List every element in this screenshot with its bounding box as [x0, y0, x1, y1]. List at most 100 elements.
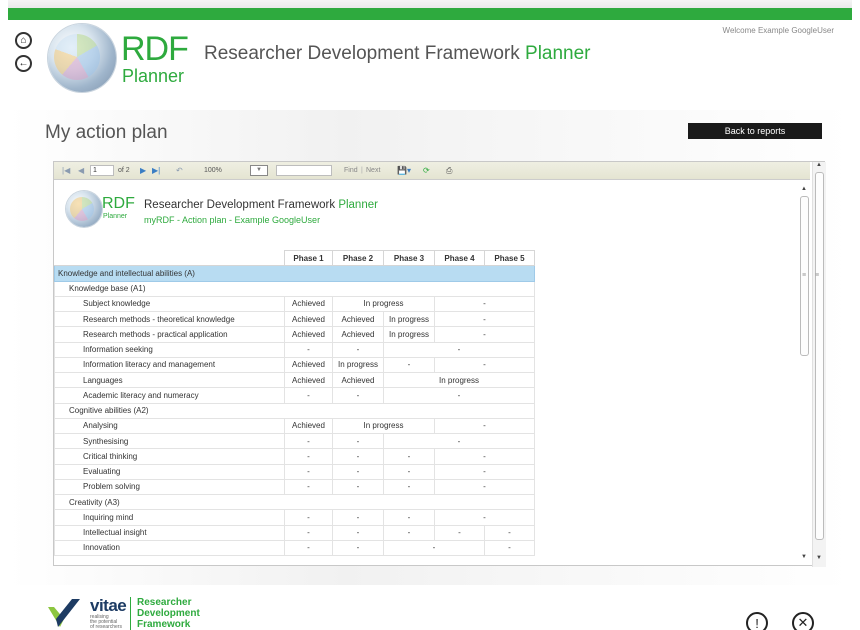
- last-page-icon[interactable]: ▶|: [152, 165, 160, 177]
- status-cell: -: [332, 342, 384, 358]
- export-icon[interactable]: 💾▾: [397, 165, 411, 177]
- find-input[interactable]: [276, 165, 332, 176]
- table-row: Evaluating - - - -: [54, 464, 535, 480]
- grip-icon: ≡: [815, 272, 820, 279]
- vitae-wordmark: vitae: [90, 596, 127, 615]
- row-label: Evaluating: [54, 464, 285, 480]
- next-page-icon[interactable]: ▶: [140, 165, 146, 177]
- status-cell: -: [284, 433, 333, 450]
- status-cell: -: [434, 448, 535, 465]
- back-arrow-icon[interactable]: ←: [15, 55, 32, 72]
- status-cell: -: [284, 387, 333, 404]
- status-cell: In progress: [383, 326, 435, 343]
- status-cell: -: [284, 448, 333, 465]
- status-cell: Achieved: [284, 296, 333, 313]
- row-label: Academic literacy and numeracy: [54, 387, 285, 404]
- row-label: Synthesising: [54, 433, 285, 450]
- status-cell: -: [484, 525, 535, 541]
- welcome-text: Welcome Example GoogleUser: [722, 26, 834, 35]
- scroll-thumb[interactable]: [815, 172, 824, 540]
- subsection-label: Knowledge base (A1): [54, 281, 535, 297]
- status-cell: Achieved: [332, 372, 384, 389]
- row-label: Innovation: [54, 540, 285, 557]
- status-cell: -: [332, 540, 384, 557]
- scroll-up-icon[interactable]: ▲: [816, 162, 822, 168]
- status-cell: -: [332, 509, 384, 526]
- status-cell: Achieved: [284, 326, 333, 343]
- table-row: Languages Achieved Achieved In progress: [54, 372, 535, 389]
- row-label: Languages: [54, 372, 285, 389]
- subsection-label: Creativity (A3): [54, 494, 535, 511]
- table-row: Synthesising - - -: [54, 433, 535, 450]
- status-cell: -: [434, 509, 535, 526]
- report-title-main: Researcher Development Framework: [144, 199, 336, 211]
- back-to-reports-button[interactable]: Back to reports: [688, 123, 822, 139]
- status-cell: Achieved: [332, 326, 384, 343]
- status-cell: -: [383, 357, 435, 374]
- print-icon[interactable]: ⎙: [446, 165, 452, 177]
- top-bar: [0, 0, 860, 20]
- status-cell: -: [383, 464, 435, 480]
- back-to-parent-icon[interactable]: ↶: [176, 165, 183, 177]
- status-cell: -: [332, 448, 384, 465]
- status-cell: Achieved: [284, 311, 333, 328]
- report-scrollbar[interactable]: ▲ ≡ ▼: [812, 162, 826, 567]
- status-cell: -: [332, 525, 384, 541]
- row-label: Inquiring mind: [54, 509, 285, 526]
- refresh-icon[interactable]: ⟳: [423, 165, 430, 177]
- report-inner-scrollbar[interactable]: ▲ ≡ ▼: [798, 186, 810, 564]
- status-cell: -: [284, 540, 333, 557]
- page-number-input[interactable]: 1: [90, 165, 114, 176]
- status-cell: -: [383, 525, 435, 541]
- report-title-accent: Planner: [338, 199, 378, 211]
- rdf-footer-line: Framework: [137, 619, 191, 630]
- find-separator: |: [361, 167, 363, 174]
- status-cell: -: [434, 418, 535, 435]
- status-cell: -: [332, 464, 384, 480]
- header-phase-5: Phase 5: [484, 249, 535, 267]
- app-footer: vitae realising the potential of researc…: [8, 585, 852, 630]
- green-title-bar: [8, 0, 852, 20]
- table-row: Information seeking - - -: [54, 342, 535, 358]
- scroll-down-icon[interactable]: ▼: [816, 555, 822, 561]
- header-phase-4: Phase 4: [434, 249, 485, 267]
- home-icon[interactable]: ⌂: [15, 32, 32, 49]
- table-row: Problem solving - - - -: [54, 479, 535, 496]
- table-row: Research methods - theoretical knowledge…: [54, 311, 535, 328]
- status-cell: -: [284, 509, 333, 526]
- find-link[interactable]: Find: [344, 165, 358, 177]
- status-cell: Achieved: [284, 418, 333, 435]
- status-cell: Achieved: [284, 372, 333, 389]
- table-row: Innovation - - - -: [54, 540, 535, 557]
- status-cell: -: [383, 342, 535, 358]
- status-cell: -: [284, 525, 333, 541]
- row-label: Analysing: [54, 418, 285, 435]
- status-cell: -: [434, 326, 535, 343]
- status-cell: In progress: [383, 372, 535, 389]
- subsection-row: Knowledge base (A1): [54, 281, 535, 297]
- report-viewer: |◀ ◀ 1 of 2 ▶ ▶| ↶ 100% ▼ Find | Next 💾▾…: [53, 161, 826, 567]
- status-cell: In progress: [332, 357, 384, 374]
- first-page-icon[interactable]: |◀: [62, 165, 70, 177]
- status-cell: -: [383, 448, 435, 465]
- status-cell: -: [332, 387, 384, 404]
- status-cell: -: [484, 540, 535, 557]
- footer-divider: [130, 597, 131, 630]
- table-row: Subject knowledge Achieved In progress -: [54, 296, 535, 313]
- table-row: Critical thinking - - - -: [54, 448, 535, 465]
- scroll-up-icon[interactable]: ▲: [801, 186, 807, 192]
- app-header: ⌂ ← RDF Planner Researcher Development F…: [8, 20, 852, 110]
- row-label: Information seeking: [54, 342, 285, 358]
- previous-page-icon[interactable]: ◀: [78, 165, 84, 177]
- close-icon[interactable]: ✕: [792, 612, 814, 630]
- report-title: Researcher Development Framework Planner: [144, 199, 378, 211]
- info-icon[interactable]: !: [746, 612, 768, 630]
- zoom-dropdown[interactable]: ▼: [250, 165, 268, 176]
- status-cell: -: [383, 433, 535, 450]
- table-row: Inquiring mind - - - -: [54, 509, 535, 526]
- scroll-down-icon[interactable]: ▼: [801, 554, 807, 560]
- category-row: Knowledge and intellectual abilities (A): [54, 265, 535, 282]
- status-cell: In progress: [383, 311, 435, 328]
- next-link[interactable]: Next: [366, 165, 380, 177]
- status-cell: -: [383, 509, 435, 526]
